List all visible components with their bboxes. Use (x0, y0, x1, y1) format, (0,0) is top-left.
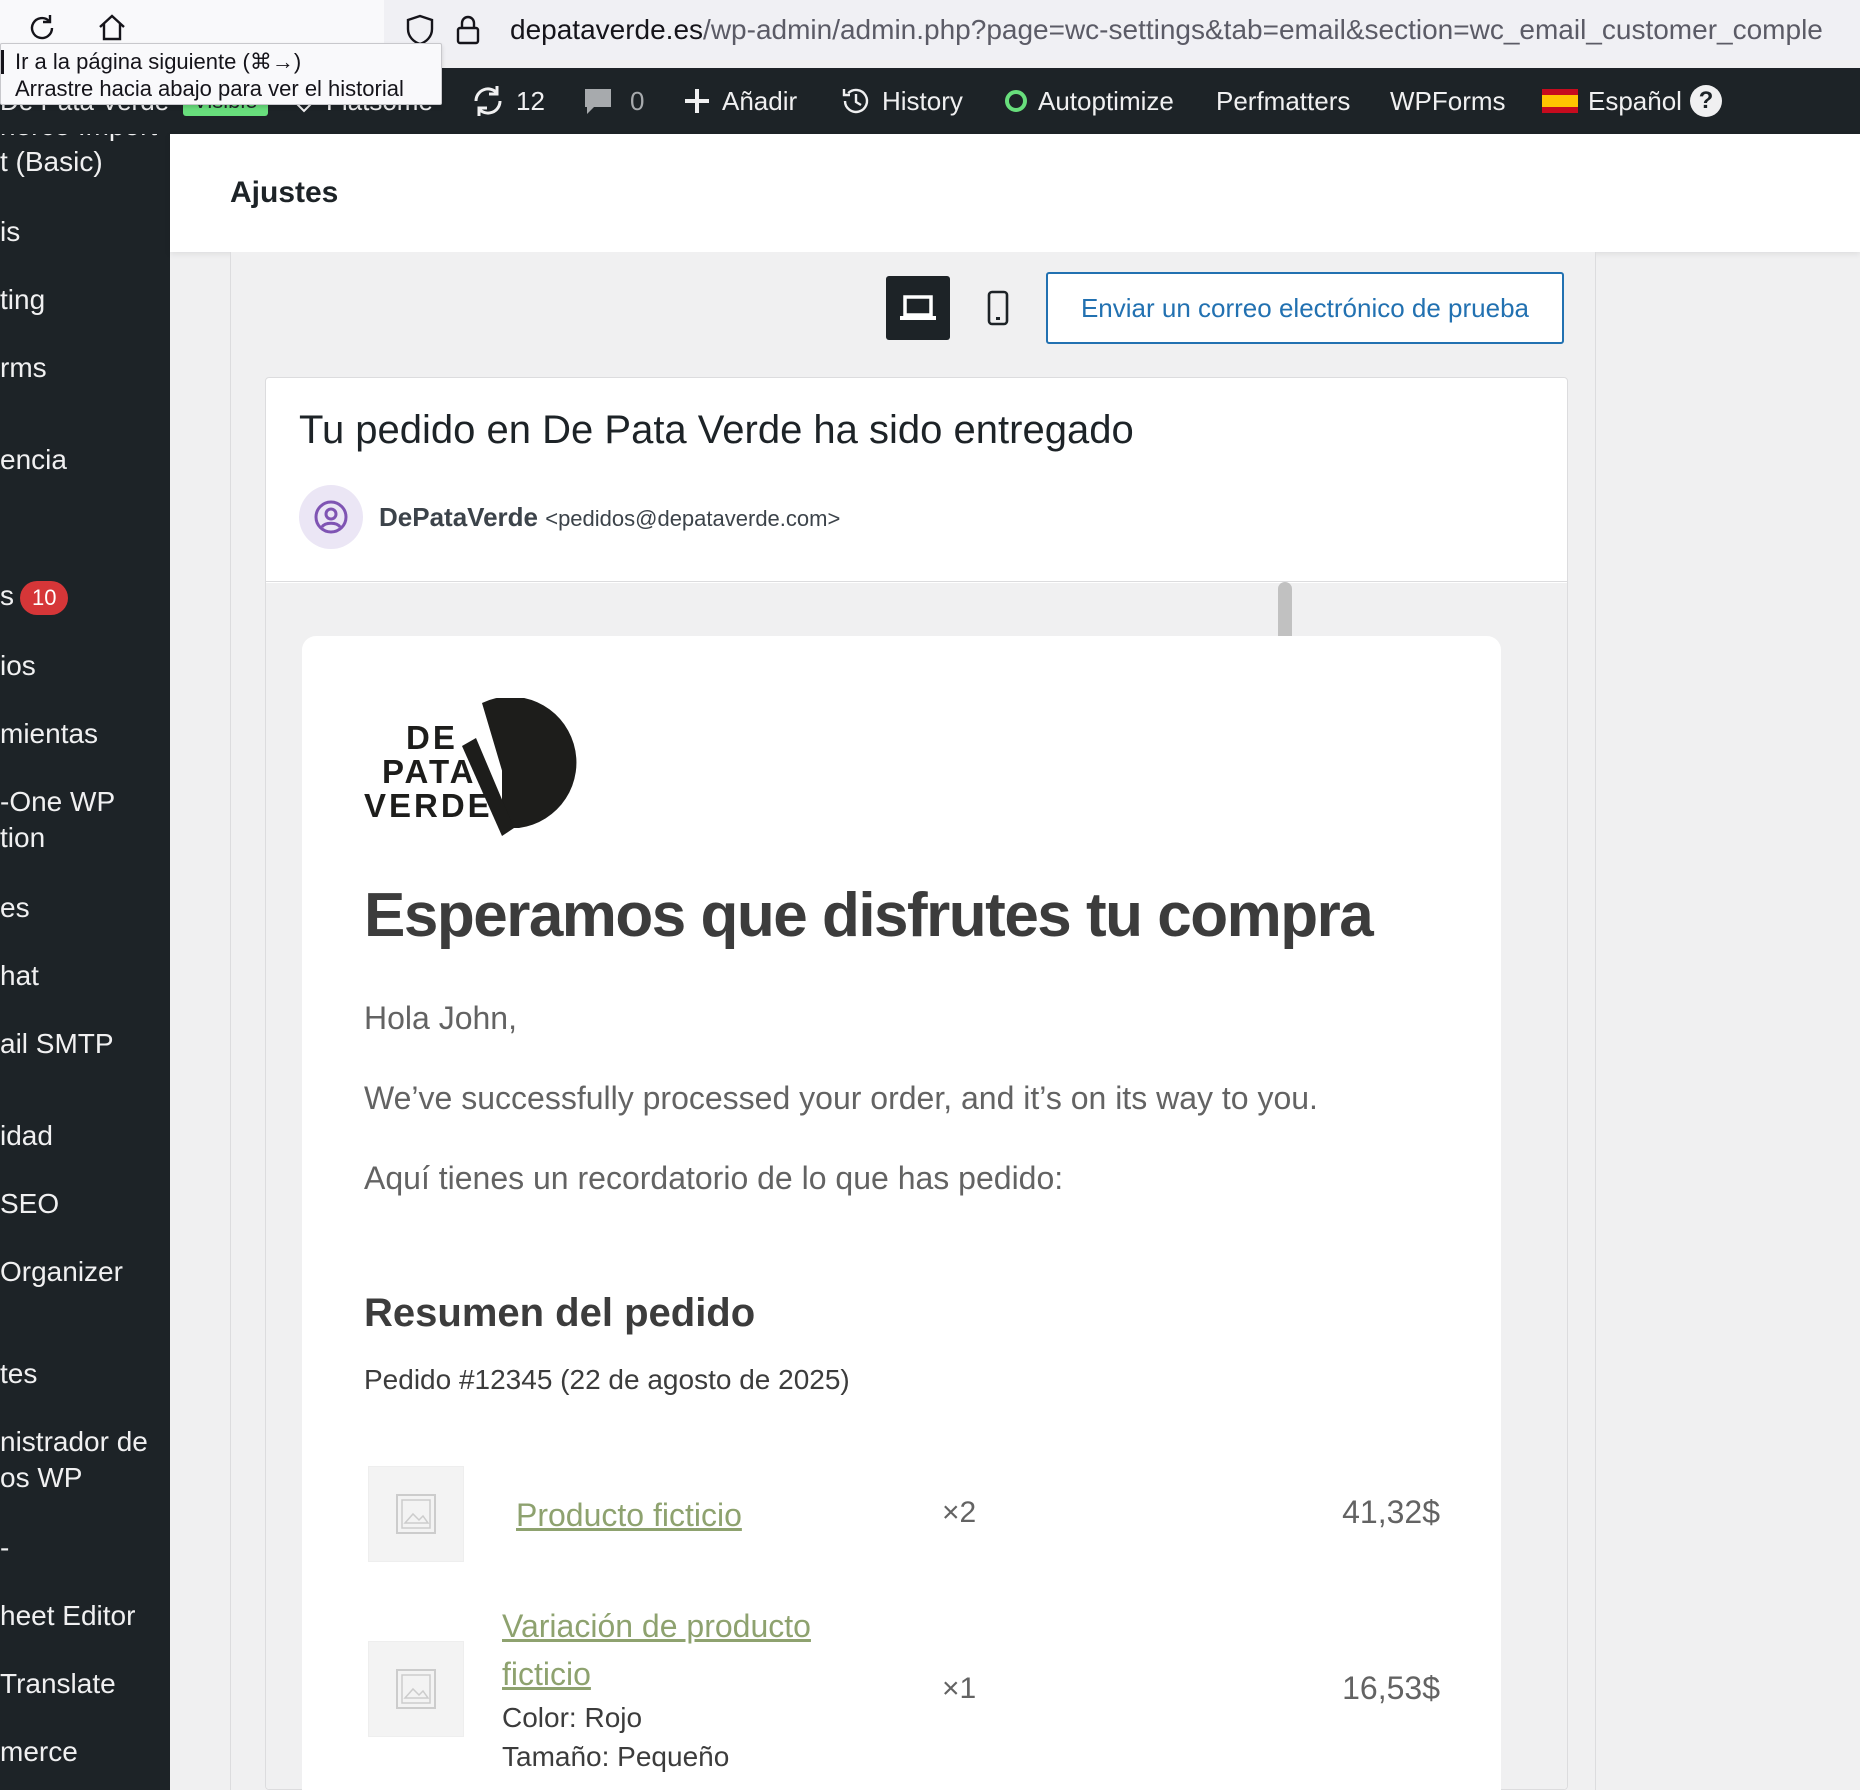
email-greeting: Hola John, (364, 1000, 517, 1036)
phone-icon (987, 290, 1009, 326)
status-circle-icon (1005, 90, 1027, 112)
sidebar-item[interactable]: idad (0, 1118, 53, 1154)
image-placeholder-icon (396, 1494, 436, 1534)
sender-avatar (299, 485, 363, 549)
email-heading: Esperamos que disfrutes tu compra (364, 881, 1374, 950)
product-price: 41,32$ (1342, 1494, 1440, 1530)
product-thumbnail (368, 1466, 464, 1562)
svg-text:PATA: PATA (382, 753, 476, 790)
sidebar-item[interactable]: nistrador de (0, 1424, 148, 1460)
admin-sidebar: nerce Import t (Basic) is ting rms encia… (0, 134, 170, 1790)
sidebar-item[interactable]: tes (0, 1356, 37, 1392)
admin-bar-history[interactable]: History (840, 68, 963, 134)
tooltip-line-2: Arrastre hacia abajo para ver el histori… (15, 76, 404, 101)
comment-icon (585, 89, 611, 114)
sidebar-item[interactable]: - (0, 1530, 9, 1566)
order-number: Pedido #12345 (22 de agosto de 2025) (364, 1364, 850, 1395)
sidebar-item[interactable]: Organizer (0, 1254, 123, 1290)
product-quantity: ×1 (942, 1672, 977, 1705)
updates-count: 12 (516, 85, 545, 116)
email-reminder-text: Aquí tienes un recordatorio de lo que ha… (364, 1160, 1064, 1196)
notification-badge: 10 (20, 580, 69, 615)
product-link[interactable]: Variación de producto ficticio (502, 1602, 811, 1698)
wpforms-label: WPForms (1390, 85, 1506, 116)
product-name-line-2: ficticio (502, 1656, 591, 1692)
product-quantity: ×2 (942, 1496, 977, 1529)
sidebar-item[interactable]: Translate (0, 1666, 116, 1702)
product-size: Tamaño: Pequeño (502, 1741, 730, 1772)
sidebar-item[interactable]: merce (0, 1734, 78, 1770)
sidebar-item[interactable]: rms (0, 350, 47, 386)
product-color: Color: Rojo (502, 1702, 643, 1733)
help-icon[interactable]: ? (1689, 85, 1722, 117)
page-header: Ajustes (170, 134, 1860, 252)
sidebar-item[interactable]: mientas (0, 716, 98, 752)
lock-icon[interactable] (448, 10, 488, 50)
sidebar-item[interactable]: heet Editor (0, 1598, 135, 1634)
sidebar-item[interactable]: is (0, 214, 20, 250)
admin-bar-autoptimize[interactable]: Autoptimize (1004, 68, 1174, 134)
language-label: Español (1588, 85, 1682, 116)
mobile-preview-button[interactable] (966, 276, 1030, 340)
depataverde-logo: DE PATA VERDE (364, 696, 614, 843)
product-variation-meta: Color: Rojo Tamaño: Pequeño (502, 1698, 729, 1776)
sidebar-item[interactable]: encia (0, 442, 67, 478)
sidebar-item[interactable]: ting (0, 282, 45, 318)
admin-bar-comments[interactable]: 0 (582, 68, 644, 134)
autoptimize-label: Autoptimize (1038, 85, 1174, 116)
url-host: depataverde.es (510, 14, 704, 45)
product-name-line-1: Variación de producto (502, 1608, 811, 1644)
url-bar[interactable]: depataverde.es/wp-admin/admin.php?page=w… (384, 0, 1860, 60)
laptop-icon (900, 295, 936, 320)
history-icon (842, 88, 869, 114)
email-subject: Tu pedido en De Pata Verde ha sido entre… (299, 408, 1134, 452)
sidebar-item[interactable]: ail SMTP (0, 1026, 114, 1062)
user-circle-icon (314, 500, 348, 534)
svg-text:DE: DE (406, 719, 458, 756)
updates-icon (474, 86, 502, 116)
svg-text:VERDE: VERDE (364, 787, 493, 824)
send-test-email-button[interactable]: Enviar un correo electrónico de prueba (1046, 272, 1564, 344)
browser-tooltip: Ir a la página siguiente (⌘→) Arrastre h… (0, 43, 442, 105)
order-summary-title: Resumen del pedido (364, 1291, 756, 1335)
email-preview-header: Tu pedido en De Pata Verde ha sido entre… (266, 378, 1567, 582)
sidebar-item[interactable]: es (0, 890, 30, 926)
admin-bar-perfmatters[interactable]: Perfmatters (1216, 68, 1350, 134)
email-processed-text: We’ve successfully processed your order,… (364, 1080, 1318, 1116)
image-placeholder-icon (396, 1669, 436, 1709)
sidebar-item-label: s (0, 580, 14, 611)
spain-flag-icon (1542, 89, 1578, 113)
sidebar-item[interactable]: SEO (0, 1186, 59, 1222)
sender-name: DePataVerde (379, 502, 538, 532)
add-new-label: Añadir (722, 85, 798, 116)
sender-line: DePataVerde <pedidos@depataverde.com> (379, 502, 840, 533)
url-text: depataverde.es/wp-admin/admin.php?page=w… (510, 14, 1823, 46)
perfmatters-label: Perfmatters (1216, 85, 1351, 116)
sidebar-item[interactable]: tion (0, 820, 45, 856)
admin-bar-language[interactable]: Español ? (1542, 68, 1722, 134)
sidebar-item[interactable]: -One WP (0, 784, 115, 820)
sidebar-item[interactable]: os WP (0, 1460, 82, 1496)
desktop-preview-button[interactable] (886, 276, 950, 340)
sidebar-item[interactable]: hat (0, 958, 39, 994)
sidebar-item[interactable]: nerce Import (0, 134, 157, 144)
plus-icon (685, 89, 709, 113)
product-link[interactable]: Producto ficticio (516, 1491, 742, 1539)
page-title: Ajustes (230, 176, 339, 209)
history-label: History (882, 85, 963, 116)
product-price: 16,53$ (1342, 1670, 1440, 1706)
tooltip-line-1: Ir a la página siguiente (⌘→) (15, 49, 302, 74)
url-path: /wp-admin/admin.php?page=wc-settings&tab… (703, 14, 1823, 45)
sidebar-item[interactable]: ios (0, 648, 36, 684)
sidebar-item[interactable]: t (Basic) (0, 144, 103, 180)
sidebar-item-with-badge[interactable]: s 10 (0, 578, 69, 615)
sender-email: <pedidos@depataverde.com> (545, 506, 841, 531)
admin-bar-updates[interactable]: 12 (470, 68, 545, 134)
comments-count: 0 (630, 85, 645, 116)
admin-bar-wpforms[interactable]: WPForms (1390, 68, 1506, 134)
product-thumbnail (368, 1641, 464, 1737)
admin-bar-add-new[interactable]: Añadir (682, 68, 797, 134)
